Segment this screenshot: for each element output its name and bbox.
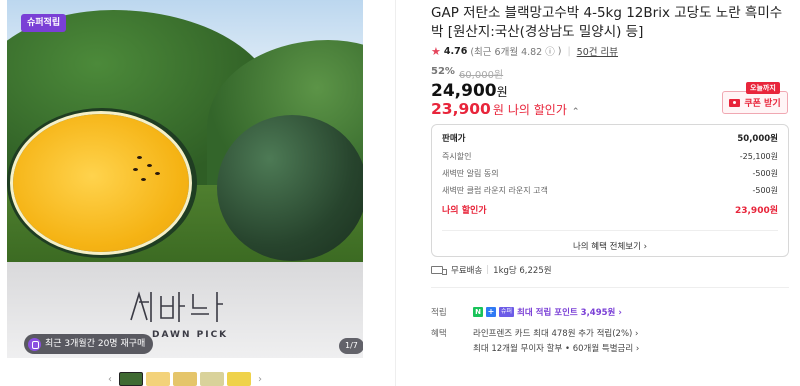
watermelon-whole [217, 115, 363, 261]
coupon-button[interactable]: 쿠폰 받기 [722, 91, 788, 114]
price-row: 새벽딴 클럽 라운지 라운지 고객 -500원 [442, 182, 778, 199]
installment-benefit-link[interactable]: 최대 12개월 무이자 할부 • 60개월 특별금리 › [473, 342, 639, 354]
shipping-row: 무료배송 | 1kg당 6,225원 [431, 264, 552, 276]
product-title: GAP 저탄소 블랙망고수박 4-5kg 12Brix 고당도 노란 흑미수박 … [431, 5, 783, 40]
benefits-label: 혜택 [431, 329, 447, 339]
points-row[interactable]: N + 슈퍼 최대 적립 포인트 3,495원 › [473, 306, 622, 318]
discount-percent: 52% [431, 66, 455, 77]
my-discount-price[interactable]: 23,900 원 나의 할인가 ⌃ [431, 100, 579, 118]
price-row-value: -25,100원 [739, 152, 778, 161]
star-icon: ★ [431, 44, 441, 58]
rating-detail: (최근 6개월 4.82 [470, 47, 543, 58]
divider [431, 287, 789, 288]
rating-detail-close: ) [557, 45, 562, 57]
separator: | [486, 265, 490, 275]
free-shipping-text: 무료배송 [451, 266, 483, 276]
divider [442, 230, 778, 231]
truck-icon [431, 266, 447, 275]
points-label: 적립 [431, 308, 447, 318]
chevron-left-icon[interactable]: ‹ [104, 374, 116, 385]
today-only-tag: 오늘까지 [746, 82, 780, 94]
price-row-value: -500원 [752, 186, 778, 195]
price-row-value: 50,000원 [737, 134, 778, 144]
sale-price-unit: 원 [496, 85, 508, 99]
sale-price-value: 24,900 [431, 81, 497, 101]
rating-score: 4.76 [443, 45, 468, 57]
my-price-value: 23,900 [431, 100, 491, 118]
thumbnail[interactable] [119, 372, 143, 386]
price-row: 새벽딴 알림 동의 -500원 [442, 165, 778, 182]
my-price-row: 나의 할인가 23,900원 [442, 203, 778, 220]
review-link[interactable]: 50건 리뷰 [577, 44, 618, 58]
product-main-image[interactable]: DAWN PICK 슈퍼적립 최근 3개월간 20명 재구매 1/7 [7, 0, 363, 358]
thumbnail[interactable] [200, 372, 224, 386]
thumbnail[interactable] [227, 372, 251, 386]
unit-price-text: 1kg당 6,225원 [493, 266, 552, 276]
pane-divider [395, 0, 396, 386]
my-price-row-label: 나의 할인가 [442, 206, 487, 216]
price-row-label: 새벽딴 알림 동의 [442, 169, 499, 178]
image-pager: 1/7 [339, 338, 363, 354]
coupon-icon [729, 98, 741, 107]
info-icon[interactable]: ⓘ [545, 44, 555, 58]
price-row: 즉시할인 -25,100원 [442, 148, 778, 165]
sale-price: 24,900원 [431, 81, 508, 101]
thumbnail-strip: ‹ › [104, 372, 266, 386]
thumbnail[interactable] [146, 372, 170, 386]
coupon-label: 쿠폰 받기 [744, 99, 781, 109]
card-benefit-link[interactable]: 라인프렌즈 카드 최대 478원 추가 적립(2%) › [473, 327, 638, 339]
brand-logo [130, 291, 223, 322]
rating-row: ★ 4.76 (최근 6개월 4.82 ⓘ ) | 50건 리뷰 [431, 44, 618, 59]
super-points-badge: 슈퍼적립 [21, 14, 67, 32]
watermelon-cut [7, 108, 197, 258]
price-row-label: 판매가 [442, 134, 466, 144]
my-price-unit: 원 [492, 103, 504, 117]
separator: | [567, 45, 571, 57]
thumbnail[interactable] [173, 372, 197, 386]
original-price: 60,000원 [458, 70, 504, 81]
bag-icon [28, 337, 41, 351]
plus-icon: + [486, 307, 496, 317]
naver-pay-icon: N [473, 307, 483, 317]
all-benefits-link[interactable]: 나의 혜택 전체보기 › [442, 240, 778, 252]
chevron-up-icon[interactable]: ⌃ [572, 107, 580, 117]
restock-badge: 최근 3개월간 20명 재구매 [24, 334, 154, 354]
price-row: 판매가 50,000원 [442, 131, 778, 148]
chevron-right-icon[interactable]: › [254, 374, 266, 385]
brand-logo-text: DAWN PICK [152, 330, 229, 340]
max-points-text: 최대 적립 포인트 3,495원 › [517, 308, 622, 318]
my-price-row-value: 23,900원 [734, 206, 778, 216]
discount-row: 52% 60,000원 [431, 66, 503, 81]
restock-text: 최근 3개월간 20명 재구매 [45, 339, 146, 349]
super-badge: 슈퍼 [499, 307, 515, 317]
price-row-value: -500원 [752, 169, 778, 178]
price-row-label: 즉시할인 [442, 152, 472, 161]
my-price-label: 나의 할인가 [507, 103, 567, 117]
price-breakdown-box: 판매가 50,000원 즉시할인 -25,100원 새벽딴 알림 동의 -500… [431, 124, 789, 257]
price-row-label: 새벽딴 클럽 라운지 라운지 고객 [442, 186, 548, 195]
